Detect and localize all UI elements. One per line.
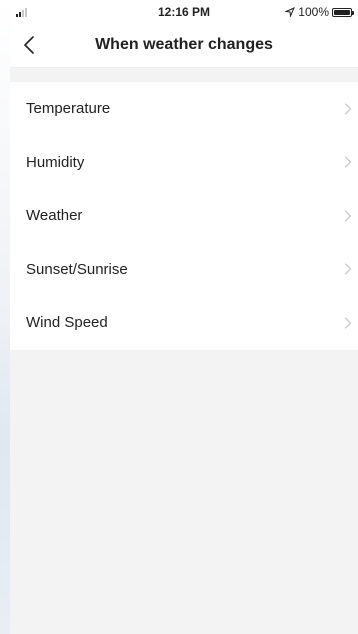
- list-item-label: Weather: [26, 207, 83, 225]
- location-arrow-icon: [285, 7, 296, 17]
- list-item-weather[interactable]: Weather: [10, 189, 358, 243]
- list-item-humidity[interactable]: Humidity: [10, 136, 358, 190]
- list-item-temperature[interactable]: Temperature: [10, 82, 358, 136]
- chevron-right-icon: [344, 263, 352, 275]
- list-item-label: Temperature: [26, 100, 111, 118]
- screen: 12:16 PM 100% When weather changes Tempe…: [10, 0, 358, 634]
- page-title: When weather changes: [95, 36, 273, 53]
- list-item-sunset-sunrise[interactable]: Sunset/Sunrise: [10, 243, 358, 297]
- list-item-label: Sunset/Sunrise: [26, 260, 128, 278]
- battery-fill: [334, 9, 350, 15]
- status-bar: 12:16 PM 100%: [10, 0, 358, 22]
- chevron-right-icon: [344, 317, 352, 329]
- status-right: 100%: [285, 5, 354, 19]
- background-edge: [0, 0, 10, 634]
- battery-percent: 100%: [298, 5, 329, 19]
- condition-list: Temperature Humidity Weather Sunset/Sunr…: [10, 82, 358, 350]
- section-spacer: [10, 68, 358, 82]
- chevron-right-icon: [344, 210, 352, 222]
- list-item-label: Wind Speed: [26, 314, 108, 332]
- list-item-label: Humidity: [26, 153, 85, 171]
- list-item-wind-speed[interactable]: Wind Speed: [10, 296, 358, 350]
- navigation-bar: When weather changes: [10, 22, 358, 68]
- chevron-right-icon: [344, 156, 352, 168]
- battery-icon: [332, 7, 354, 17]
- chevron-right-icon: [344, 103, 352, 115]
